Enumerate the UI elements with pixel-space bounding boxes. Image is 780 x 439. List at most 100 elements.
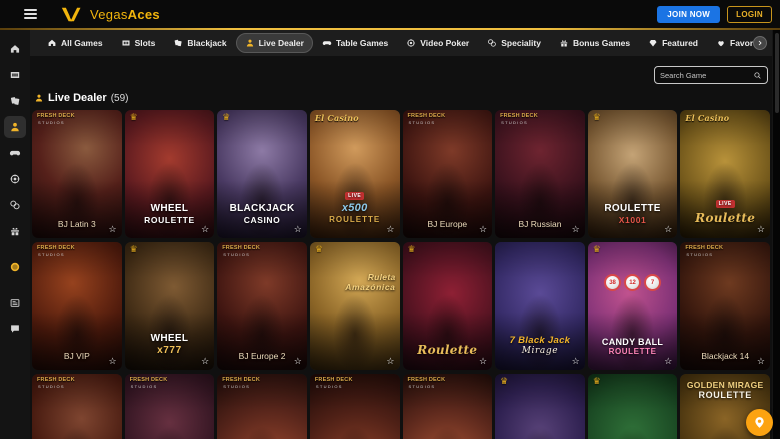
tab-all-games[interactable]: All Games [38, 33, 112, 53]
game-tile[interactable]: FRESH DECK STUDIOS BJ Europe 2 ☆ [217, 242, 307, 370]
favorite-star-icon[interactable]: ☆ [294, 355, 302, 368]
content-area: Live Dealer (59) FRESH DECK STUDIOS BJ L… [30, 56, 772, 439]
game-tile[interactable]: ♛ 7 Black Jack ☆ [588, 374, 678, 439]
favorite-star-icon[interactable]: ☆ [386, 223, 394, 236]
game-tile[interactable]: FRESH DECK STUDIOS ☆ [403, 374, 493, 439]
news-icon [9, 297, 21, 309]
game-caption: BJ Europe 2 [219, 351, 305, 361]
game-caption: BJ Russian [497, 219, 583, 229]
sidebar-item-news[interactable] [4, 292, 26, 314]
slots-icon [9, 69, 21, 81]
scrollbar[interactable] [772, 30, 780, 439]
game-tile[interactable]: FRESH DECK STUDIOS BJ VIP ☆ [32, 242, 122, 370]
game-tile[interactable]: El Casino LIVE Roulette ☆ [680, 110, 770, 238]
game-tile[interactable]: ♛ BLACKJACK CASINO ☆ [217, 110, 307, 238]
favorite-star-icon[interactable]: ☆ [386, 355, 394, 368]
game-tile[interactable]: ♛ Roulette ☆ [403, 242, 493, 370]
game-tile[interactable]: ♛ ROULETTE X1001 ☆ [588, 110, 678, 238]
sidebar-item-all-games[interactable] [4, 38, 26, 60]
scrollbar-thumb[interactable] [775, 33, 779, 113]
game-tile[interactable]: FRESH DECK STUDIOS ☆ [310, 374, 400, 439]
jackpot-badge-icon: ♛ [222, 113, 230, 122]
favorite-star-icon[interactable]: ☆ [294, 223, 302, 236]
game-tile[interactable]: FRESH DECK STUDIOS BJ Latin 3 ☆ [32, 110, 122, 238]
tab-speciality[interactable]: Speciality [478, 33, 550, 53]
vegas-aces-app: VegasAces JOIN NOW LOGIN All Games [0, 0, 780, 439]
game-tile[interactable]: FRESH DECK STUDIOS Blackjack 14 ☆ [680, 242, 770, 370]
favorite-star-icon[interactable]: ☆ [572, 355, 580, 368]
game-tile[interactable]: FRESH DECK STUDIOS ☆ [32, 374, 122, 439]
tab-bonus-games[interactable]: Bonus Games [550, 33, 639, 53]
game-tile[interactable]: ♛ WHEEL ROULETTE ☆ [125, 110, 215, 238]
studio-logo: FRESH DECK [685, 246, 723, 252]
favorite-star-icon[interactable]: ☆ [201, 223, 209, 236]
favorite-star-icon[interactable]: ☆ [479, 223, 487, 236]
sidebar-item-bonus-games[interactable] [4, 220, 26, 242]
brand-logo[interactable]: VegasAces [59, 6, 160, 23]
favorite-star-icon[interactable]: ☆ [109, 355, 117, 368]
game-tile[interactable]: ♛ WHEEL x777 ☆ [125, 242, 215, 370]
jackpot-badge-icon: ♛ [130, 245, 138, 254]
game-art-title: CANDY BALL ROULETTE [590, 337, 676, 357]
chevron-right-icon [756, 39, 764, 47]
category-nav: All Games Slots Blackjack Live Dealer Ta… [30, 30, 772, 56]
game-tile[interactable]: ♛ 7 Black Jack ☆ [495, 374, 585, 439]
studio-logo-sub: STUDIOS [38, 253, 65, 257]
game-tile[interactable]: ♛ Ruleta Amazónica ☆ [310, 242, 400, 370]
favorite-star-icon[interactable]: ☆ [201, 355, 209, 368]
jackpot-badge-icon: ♛ [315, 245, 323, 254]
cards-icon [173, 38, 183, 48]
studio-logo-sub: STUDIOS [38, 121, 65, 125]
menu-icon[interactable] [24, 9, 37, 19]
favorite-star-icon[interactable]: ☆ [109, 223, 117, 236]
roulette-balls: 38 12 7 [588, 274, 678, 291]
game-art-title: LIVE x500 ROULETTE [312, 183, 398, 225]
game-art [588, 374, 678, 439]
studio-logo: FRESH DECK [500, 114, 538, 120]
favorite-star-icon[interactable]: ☆ [757, 355, 765, 368]
studio-logo: El Casino [685, 114, 729, 122]
sidebar-item-rewards[interactable] [4, 256, 26, 278]
sidebar-item-slots[interactable] [4, 64, 26, 86]
tab-video-poker[interactable]: Video Poker [397, 33, 478, 53]
sidebar [0, 30, 30, 439]
game-tile[interactable]: ♛ 38 12 7 CANDY BALL ROULETTE ☆ [588, 242, 678, 370]
tab-table-games[interactable]: Table Games [313, 33, 397, 53]
search-icon[interactable] [753, 71, 762, 80]
tab-featured[interactable]: Featured [639, 33, 707, 53]
game-tile[interactable]: El Casino LIVE x500 ROULETTE ☆ [310, 110, 400, 238]
tab-live-dealer[interactable]: Live Dealer [236, 33, 313, 53]
sidebar-item-blackjack[interactable] [4, 90, 26, 112]
game-tile[interactable]: FRESH DECK STUDIOS BJ Europe ☆ [403, 110, 493, 238]
game-tile[interactable]: FRESH DECK STUDIOS BJ Russian ☆ [495, 110, 585, 238]
header-actions: JOIN NOW LOGIN [657, 6, 772, 23]
favorite-star-icon[interactable]: ☆ [572, 223, 580, 236]
sidebar-item-support[interactable] [4, 318, 26, 340]
ball-number: 7 [644, 274, 661, 291]
slots-icon [121, 38, 131, 48]
nav-scroll-right-button[interactable] [753, 36, 767, 50]
join-now-button[interactable]: JOIN NOW [657, 6, 720, 23]
search-input[interactable] [660, 71, 749, 80]
favorite-star-icon[interactable]: ☆ [664, 223, 672, 236]
tab-slots[interactable]: Slots [112, 33, 165, 53]
game-tile[interactable]: FRESH DECK STUDIOS ☆ [217, 374, 307, 439]
jackpot-badge-icon: ♛ [593, 245, 601, 254]
studio-logo: FRESH DECK [222, 246, 260, 252]
favorite-star-icon[interactable]: ☆ [664, 355, 672, 368]
top-header: VegasAces JOIN NOW LOGIN [0, 0, 780, 28]
chat-widget-button[interactable] [746, 409, 773, 436]
chip-icon [406, 38, 416, 48]
favorite-star-icon[interactable]: ☆ [757, 223, 765, 236]
tab-blackjack[interactable]: Blackjack [164, 33, 235, 53]
game-tile[interactable]: 7 Black Jack Mirage ☆ [495, 242, 585, 370]
login-button[interactable]: LOGIN [727, 6, 772, 23]
sidebar-item-live-dealer[interactable] [4, 116, 26, 138]
game-tile[interactable]: FRESH DECK STUDIOS ☆ [125, 374, 215, 439]
sidebar-item-video-poker[interactable] [4, 168, 26, 190]
favorite-star-icon[interactable]: ☆ [479, 355, 487, 368]
game-art-title: Roulette [405, 343, 491, 357]
game-caption: BJ Latin 3 [34, 219, 120, 229]
sidebar-item-table-games[interactable] [4, 142, 26, 164]
sidebar-item-speciality[interactable] [4, 194, 26, 216]
